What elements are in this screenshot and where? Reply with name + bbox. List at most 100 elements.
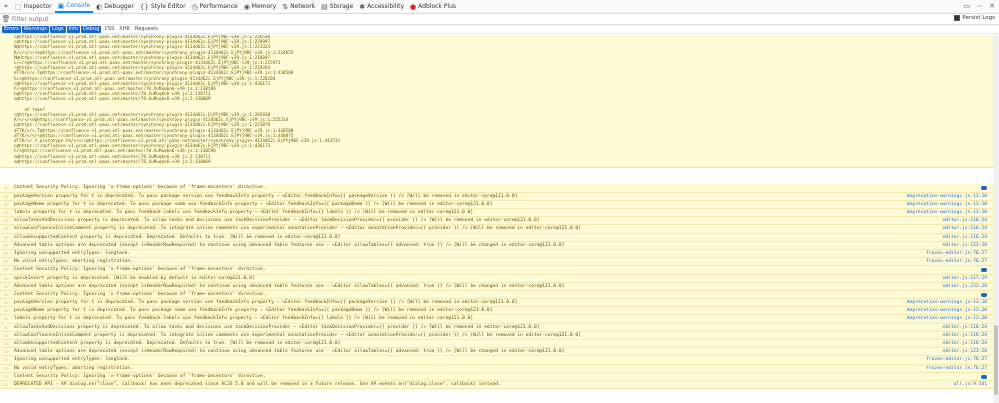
tab-storage[interactable]: ▤ Storage bbox=[318, 0, 356, 13]
console-warning-row[interactable]: ⚠ Ignoring unsupported entryTypes: longta… bbox=[0, 249, 993, 259]
source-link[interactable]: deprecation-warnings.js:13:20 bbox=[902, 200, 987, 208]
tab-adblock-plus[interactable]: ● Adblock Plus bbox=[407, 0, 459, 13]
tab-label: Network bbox=[290, 3, 316, 10]
tab-label: Style Editor bbox=[150, 3, 186, 10]
tab-debugger[interactable]: ◐ Debugger bbox=[93, 0, 137, 13]
warning-icon: ⚠ bbox=[4, 241, 8, 249]
source-link[interactable]: editor.js:110:24 bbox=[938, 217, 987, 225]
warning-icon: ⚠ bbox=[4, 274, 8, 282]
console-warning-row[interactable]: ⚠ allowConfluenceInlineComment property i… bbox=[0, 331, 993, 341]
console-warning-row[interactable]: ⚠ Advanced table options are deprecated (… bbox=[0, 348, 993, 357]
network-icon: ⇅ bbox=[282, 2, 289, 11]
console-warning-row[interactable]: ⚠ packageName property for t is deprecate… bbox=[0, 200, 993, 210]
devtools-tabs: ⬚ Inspector ▣ Console ◐ Debugger{} Style Edito… bbox=[12, 0, 459, 13]
filter-output-input[interactable] bbox=[12, 14, 212, 24]
tab-memory[interactable]: ◉ Memory bbox=[241, 0, 280, 13]
console-warning-row[interactable]: ⚠ No valid entryTypes; aborting registrat… bbox=[0, 258, 993, 267]
console-message: Ignoring unsupported entryTypes: longtas… bbox=[14, 250, 131, 256]
console-warning-row[interactable]: ⚠ Ignoring unsupported entryTypes: longta… bbox=[0, 356, 993, 365]
source-link[interactable]: frozen-editor.js:76:27 bbox=[922, 249, 987, 258]
console-message: packageVersion property for t is depreca… bbox=[14, 193, 518, 199]
filter-requests[interactable]: Requests bbox=[133, 26, 160, 33]
clear-console-icon[interactable]: 🗑 bbox=[0, 15, 12, 23]
source-link[interactable]: editor.js:110:24 bbox=[938, 323, 987, 331]
console-warning-row[interactable]: ⚠ DEPRECATED API - AP.dialog.on("close", … bbox=[0, 380, 993, 390]
source-link[interactable]: deprecation-warnings.js:13:20 bbox=[902, 192, 987, 200]
source-link[interactable]: editor.js:116:24 bbox=[938, 233, 987, 241]
console-scrollbar[interactable] bbox=[993, 35, 999, 403]
source-link[interactable]: deprecation-warnings.js:13:20 bbox=[902, 299, 987, 307]
filter-logs[interactable]: Logs bbox=[49, 26, 66, 33]
log-level-filters: Errors Warnings Logs Info Debug CSS XHR Request… bbox=[0, 26, 999, 34]
source-link[interactable]: editor.js:123:28 bbox=[938, 241, 987, 249]
console-warning-row[interactable]: ⚠ packageName property for t is deprecate… bbox=[0, 307, 993, 316]
console-message: allowUnsupportedContent property is depr… bbox=[14, 234, 341, 240]
dock-icon[interactable]: ▭ bbox=[964, 2, 971, 10]
tab-label: Console bbox=[66, 2, 91, 9]
filter-info[interactable]: Info bbox=[66, 26, 80, 33]
console-message: Advanced table options are deprecated (e… bbox=[14, 283, 565, 289]
console-warning-row[interactable]: ⚠ quickInsert property is deprecated. [Wi… bbox=[0, 274, 993, 283]
tab-console[interactable]: ▣ Console bbox=[54, 0, 94, 13]
console-warning-row[interactable]: ⚠ labels property for t is deprecated. To… bbox=[0, 315, 993, 324]
console-warning-row[interactable]: ⚠ Advanced table options are deprecated (… bbox=[0, 282, 993, 291]
close-icon[interactable]: ✕ bbox=[989, 2, 995, 10]
console-warning-row[interactable]: ⚠ Content Security Policy: Ignoring 'x-fr… bbox=[0, 266, 993, 275]
console-warning-row[interactable]: ⚠ Content Security Policy: Ignoring 'x-fr… bbox=[0, 184, 993, 193]
devtools-toolbar: ⌖ ⬚ Inspector ▣ Console ◐ Debugger{} Style Edi… bbox=[0, 0, 999, 14]
warning-icon: ⚠ bbox=[4, 340, 8, 348]
tab-inspector[interactable]: ⬚ Inspector bbox=[12, 0, 55, 13]
console-warning-row[interactable]: ⚠ allowTasksAndDecisions property is depr… bbox=[0, 217, 993, 226]
console-warning-row[interactable]: ⚠ allowTasksAndDecisions property is depr… bbox=[0, 323, 993, 332]
persist-logs-toggle[interactable]: Persist Logs bbox=[954, 15, 995, 21]
console-warning-row[interactable]: ⚠ No valid entryTypes; aborting registrat… bbox=[0, 364, 993, 373]
element-picker-icon[interactable]: ⌖ bbox=[0, 0, 12, 13]
scrollbar-thumb[interactable] bbox=[994, 325, 998, 395]
warning-icon: ⚠ bbox=[4, 315, 8, 323]
warning-icon: ⚠ bbox=[4, 225, 8, 233]
tab-performance[interactable]: ◷ Performance bbox=[189, 0, 241, 13]
tab-accessibility[interactable]: ✱ Accessibility bbox=[356, 0, 407, 13]
accessibility-icon: ✱ bbox=[359, 2, 366, 11]
console-warning-row[interactable]: ⚠ Advanced table options are deprecated (… bbox=[0, 241, 993, 250]
warning-icon: ⚠ bbox=[4, 307, 8, 315]
filter-css[interactable]: CSS bbox=[102, 26, 116, 33]
repeat-count-badge bbox=[981, 268, 987, 273]
filter-xhr[interactable]: XHR bbox=[117, 26, 132, 33]
source-link[interactable]: deprecation-warnings.js:13:20 bbox=[902, 315, 987, 323]
tab-style-editor[interactable]: {} Style Editor bbox=[137, 0, 189, 13]
source-link[interactable]: editor.js:117:29 bbox=[938, 274, 987, 282]
filter-errors[interactable]: Errors bbox=[2, 26, 21, 33]
source-link[interactable]: editor.js:116:24 bbox=[938, 331, 987, 339]
console-warning-row[interactable]: ⚠ Content Security Policy: Ignoring 'x-fr… bbox=[0, 372, 993, 381]
source-link[interactable]: frozen-editor.js:76:27 bbox=[922, 356, 987, 364]
warning-icon: ⚠ bbox=[4, 290, 8, 298]
console-message: allowConfluenceInlineComment property is… bbox=[14, 226, 581, 232]
toolbar-actions: ▭ ⋯ ✕ bbox=[964, 2, 996, 10]
console-warning-row[interactable]: ⚠ packageVersion property for t is deprec… bbox=[0, 192, 993, 201]
console-warning-row[interactable]: ⚠ packageVersion property for t is deprec… bbox=[0, 299, 993, 308]
persist-logs-checkbox[interactable] bbox=[954, 15, 961, 21]
stack-trace: c@https://confluence-v1.prod.atl-paas.ne… bbox=[0, 35, 993, 169]
console-warning-row[interactable]: ⚠ allowUnsupportedContent property is dep… bbox=[0, 340, 993, 349]
source-link[interactable]: deprecation-warnings.js:13:20 bbox=[902, 307, 987, 315]
source-link[interactable]: editor.js:123:28 bbox=[938, 282, 987, 290]
console-warning-row[interactable]: ⚠ Content Security Policy: Ignoring 'x-fr… bbox=[0, 290, 993, 300]
warning-icon: ⚠ bbox=[4, 233, 8, 241]
more-options-icon[interactable]: ⋯ bbox=[976, 2, 983, 10]
source-link[interactable]: deprecation-warnings.js:13:20 bbox=[902, 209, 987, 217]
console-warning-row[interactable]: ⚠ allowConfluenceInlineComment property i… bbox=[0, 225, 993, 234]
console-message: packageVersion property for t is depreca… bbox=[14, 300, 518, 306]
console-warning-row[interactable]: ⚠ labels property for t is deprecated. To… bbox=[0, 209, 993, 218]
source-link[interactable]: frozen-editor.js:76:27 bbox=[922, 364, 987, 372]
filter-warnings[interactable]: Warnings bbox=[21, 26, 49, 33]
source-link[interactable]: frozen-editor.js:76:27 bbox=[922, 258, 987, 266]
source-link[interactable]: editor.js:116:24 bbox=[938, 340, 987, 348]
source-link[interactable]: all.js:9:341 bbox=[949, 380, 987, 389]
console-warning-row[interactable]: ⚠ allowUnsupportedContent property is dep… bbox=[0, 233, 993, 242]
source-link[interactable]: editor.js:116:24 bbox=[938, 225, 987, 233]
console-message: No valid entryTypes; aborting registrati… bbox=[14, 259, 133, 265]
tab-network[interactable]: ⇅ Network bbox=[279, 0, 318, 13]
source-link[interactable]: editor.js:123:28 bbox=[938, 348, 987, 356]
filter-debug[interactable]: Debug bbox=[80, 26, 102, 33]
